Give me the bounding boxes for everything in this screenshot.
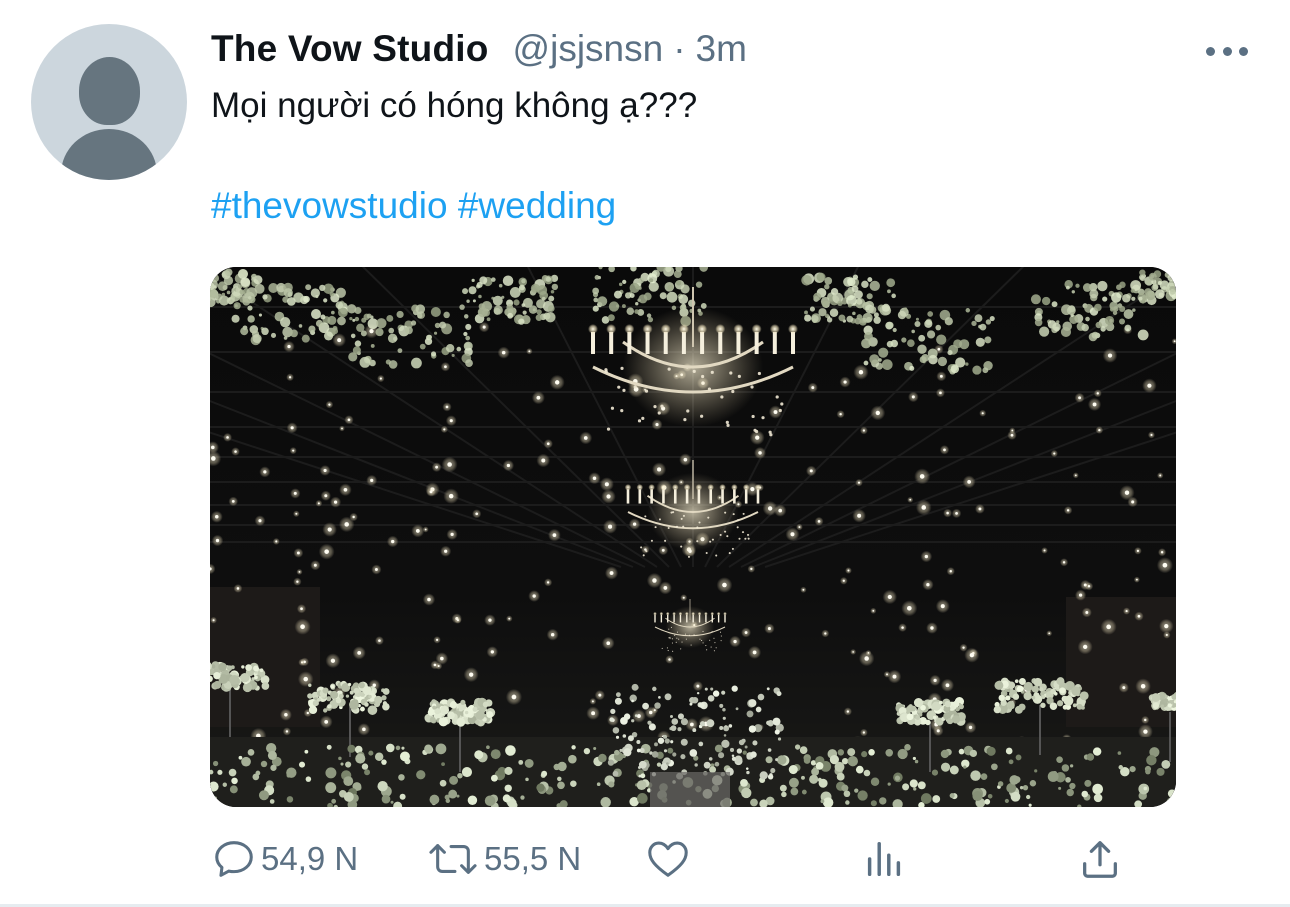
reply-count: 54,9 N — [261, 840, 359, 877]
tweet-actions: 54,9 N 55,5 N — [211, 830, 1131, 888]
display-name[interactable]: The Vow Studio — [211, 28, 489, 70]
reply-button[interactable]: 54,9 N — [211, 830, 358, 888]
like-button[interactable] — [644, 830, 692, 888]
tweet-media-photo[interactable] — [210, 267, 1176, 807]
avatar-body-shape — [61, 129, 157, 180]
tweet-text: Mọi người có hóng không ạ??? — [211, 86, 698, 125]
wedding-hall-photo — [210, 267, 1176, 807]
tweet-header: The Vow Studio @jsjsnsn · 3m — [211, 28, 747, 74]
reply-icon — [215, 841, 253, 877]
retweet-button[interactable]: 55,5 N — [426, 830, 581, 888]
avatar[interactable] — [31, 24, 187, 180]
hashtag-link[interactable]: #thevowstudio — [211, 185, 448, 226]
analytics-icon — [867, 841, 901, 877]
more-dot — [1206, 46, 1215, 56]
hashtags: #thevowstudio #wedding — [211, 183, 616, 229]
analytics-button[interactable] — [861, 830, 907, 888]
heart-icon — [648, 841, 688, 877]
tweet: The Vow Studio @jsjsnsn · 3m Mọi người c… — [0, 0, 1290, 907]
retweet-icon — [429, 844, 477, 874]
more-options-icon[interactable] — [1206, 44, 1248, 58]
separator-dot: · — [673, 28, 686, 69]
share-button[interactable] — [1077, 830, 1123, 888]
more-dot — [1222, 46, 1232, 56]
avatar-head-shape — [79, 57, 140, 125]
more-dot — [1239, 46, 1248, 56]
retweet-count: 55,5 N — [484, 840, 582, 877]
hashtag-link[interactable]: #wedding — [458, 185, 616, 226]
share-icon — [1083, 841, 1117, 878]
timestamp[interactable]: 3m — [696, 28, 747, 70]
user-handle[interactable]: @jsjsnsn — [513, 28, 664, 70]
